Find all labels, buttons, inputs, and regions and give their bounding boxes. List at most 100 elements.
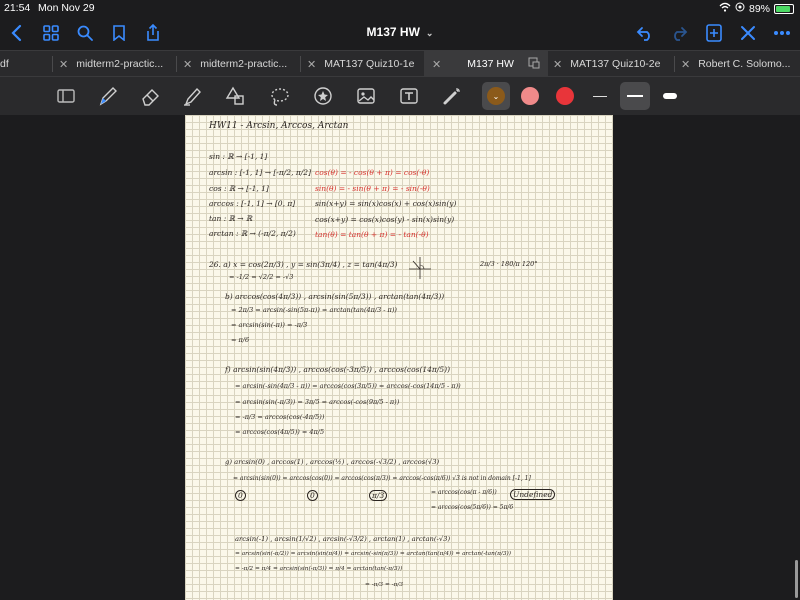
tab-divider: [52, 56, 53, 72]
problem-26g-line: g) arcsin(0) , arccos(1) , arccos(½) , a…: [225, 458, 440, 466]
tab-item[interactable]: ✕ midterm2-practic...: [178, 51, 300, 77]
more-icon[interactable]: [771, 22, 793, 44]
identity-line: cos(x+y) = cos(x)cos(y) - sin(x)sin(y): [315, 215, 455, 224]
tab-item-active[interactable]: ✕ M137 HW: [424, 51, 548, 77]
tab-item[interactable]: ✕ midterm2-practic...: [54, 51, 176, 77]
answer-circled: Undefined: [510, 489, 556, 500]
close-tab-icon[interactable]: ✕: [432, 58, 441, 71]
problem-26h-line: = -π/2 = π/4 = arcsin(sin(-π/3)) = π/4 =…: [235, 566, 403, 572]
image-icon[interactable]: [354, 84, 378, 108]
tab-bar: df ✕ midterm2-practic... ✕ midterm2-practi…: [0, 50, 800, 77]
problem-26b-line: = arcsin(sin(-π)) = -π/3: [231, 321, 308, 329]
chevron-down-icon: ⌄: [425, 28, 434, 38]
nav-bar: M137 HW ⌄: [0, 16, 800, 50]
drawing-toolbar: ⌄: [0, 77, 800, 115]
problem-26h-line: = -π/3 = -π/3: [365, 582, 404, 588]
tab-label: midterm2-practic...: [76, 58, 164, 70]
wifi-icon: [719, 2, 731, 15]
split-view-icon[interactable]: [528, 57, 540, 72]
status-right: 89%: [719, 2, 794, 15]
definition-line: arcsin : [-1, 1] → [-π/2, π/2]: [209, 168, 311, 177]
status-date: Mon Nov 29: [38, 2, 95, 14]
definition-line: arccos : [-1, 1] → [0, π]: [209, 199, 296, 208]
answer-circled: π/3: [369, 490, 388, 501]
page-heading: HW11 - Arcsin, Arccos, Arctan: [209, 121, 349, 131]
problem-26b-line: = π/6: [231, 336, 250, 344]
pen-icon[interactable]: [96, 84, 120, 108]
problem-26f-line: = arccos(cos(4π/5)) = 4π/5: [235, 428, 325, 436]
close-edit-icon[interactable]: [737, 22, 759, 44]
identity-line: tan(θ) = tan(θ + π) = - tan(-θ): [315, 230, 429, 239]
close-tab-icon[interactable]: ✕: [183, 58, 192, 71]
notebook-page[interactable]: HW11 - Arcsin, Arccos, Arctan sin : ℝ → …: [185, 115, 613, 600]
problem-26b-line: = 2π/3 = arcsin(-sin(5π-π)) = arctan(tan…: [231, 306, 397, 314]
identity-line: sin(θ) = - sin(θ + π) = - sin(-θ): [315, 184, 430, 193]
tab-item[interactable]: df: [0, 51, 50, 77]
identity-line: cos(θ) = - cos(θ + π) = cos(-θ): [315, 168, 430, 177]
color-swatch-selected[interactable]: ⌄: [482, 82, 510, 110]
problem-26a: 26. a) x = cos(2π/3) , y = sin(3π/4) , z…: [209, 260, 398, 269]
tab-item[interactable]: ✕ MAT137 Quiz10-1e: [302, 51, 424, 77]
text-icon[interactable]: [397, 84, 421, 108]
sticker-icon[interactable]: [311, 84, 335, 108]
tab-divider: [674, 56, 675, 72]
problem-26f-line: = -π/3 = arccos(cos(-4π/5)): [235, 413, 325, 421]
problem-26f-line: = arcsin(sin(-π/3)) = 3π/5 = arccos(-cos…: [235, 398, 400, 406]
stroke-medium-icon[interactable]: [620, 82, 650, 110]
undo-icon[interactable]: [634, 22, 656, 44]
close-tab-icon[interactable]: ✕: [553, 58, 562, 71]
eraser-icon[interactable]: [138, 84, 162, 108]
tab-label: MAT137 Quiz10-2e: [570, 58, 661, 70]
identity-line: sin(x+y) = sin(x)cos(x) + cos(x)sin(y): [315, 199, 457, 208]
problem-26g-line: = arcsin(sin(0)) = arccos(cos(0)) = arcc…: [233, 475, 531, 482]
status-bar: 21:54 Mon Nov 29 89%: [0, 0, 800, 16]
laser-icon[interactable]: [440, 84, 464, 108]
chevron-down-icon: ⌄: [487, 87, 505, 105]
problem-26h-line: = arcsin(sin(-π/2)) = arcsin(sin(π/4)) =…: [235, 551, 512, 557]
add-page-icon[interactable]: [703, 22, 725, 44]
answer-circled: 0: [235, 490, 246, 501]
battery-percent: 89%: [748, 2, 770, 15]
page-icon[interactable]: [54, 84, 78, 108]
definition-line: arctan : ℝ → (-π/2, π/2): [209, 229, 296, 238]
tab-item[interactable]: ✕ MAT137 Quiz10-2e: [548, 51, 674, 77]
battery-icon: [774, 3, 794, 14]
definition-line: sin : ℝ → [-1, 1]: [209, 152, 268, 161]
lasso-icon[interactable]: [268, 84, 292, 108]
document-title-text: M137 HW: [366, 25, 420, 39]
problem-26f-line: = arcsin(-sin(4π/3 - π)) = arccos(cos(3π…: [235, 382, 461, 390]
tab-label: df: [0, 58, 9, 70]
problem-26b-line: b) arccos(cos(4π/3)) , arcsin(sin(5π/3))…: [225, 292, 445, 301]
tab-divider: [300, 56, 301, 72]
problem-26g-line: = arccos(cos(π - π/6)): [431, 489, 497, 496]
problem-26f-line: f) arcsin(sin(4π/3)) , arccos(cos(-3π/5)…: [225, 365, 450, 374]
notebook-canvas[interactable]: HW11 - Arcsin, Arccos, Arctan sin : ℝ → …: [0, 115, 800, 600]
status-time: 21:54: [4, 2, 31, 14]
definition-line: cos : ℝ → [-1, 1]: [209, 184, 269, 193]
shapes-icon[interactable]: [224, 84, 248, 108]
color-swatch-red[interactable]: [556, 87, 574, 105]
close-tab-icon[interactable]: ✕: [59, 58, 68, 71]
tab-divider: [176, 56, 177, 72]
stroke-thick-icon[interactable]: [658, 84, 682, 108]
definition-line: tan : ℝ → ℝ: [209, 214, 253, 223]
tab-label: M137 HW: [467, 58, 514, 70]
redo-icon[interactable]: [668, 22, 690, 44]
problem-26h-line: arcsin(-1) , arcsin(1/√2) , arcsin(-√3/2…: [235, 535, 451, 543]
tab-label: midterm2-practic...: [200, 58, 288, 70]
stroke-thin-icon[interactable]: [588, 84, 612, 108]
problem-26g-line: = arccos(cos(5π/6)) = 5π/6: [431, 504, 514, 511]
scrollbar[interactable]: [795, 560, 798, 598]
color-swatch-pink[interactable]: [521, 87, 539, 105]
tab-label: MAT137 Quiz10-1e: [324, 58, 415, 70]
unit-circle-sketch: [409, 257, 431, 279]
location-icon: [735, 2, 745, 15]
highlighter-icon[interactable]: [180, 84, 204, 108]
answer-circled: 0: [307, 490, 318, 501]
close-tab-icon[interactable]: ✕: [307, 58, 316, 71]
close-tab-icon[interactable]: ✕: [681, 58, 690, 71]
tab-label: Robert C. Solomo...: [698, 58, 791, 70]
problem-26a-values: = -1/2 = √2/2 = -√3: [229, 273, 294, 281]
tab-item[interactable]: ✕ Robert C. Solomo...: [676, 51, 800, 77]
problem-26a-side-note: 2π/3 · 180/π 120°: [480, 260, 538, 268]
